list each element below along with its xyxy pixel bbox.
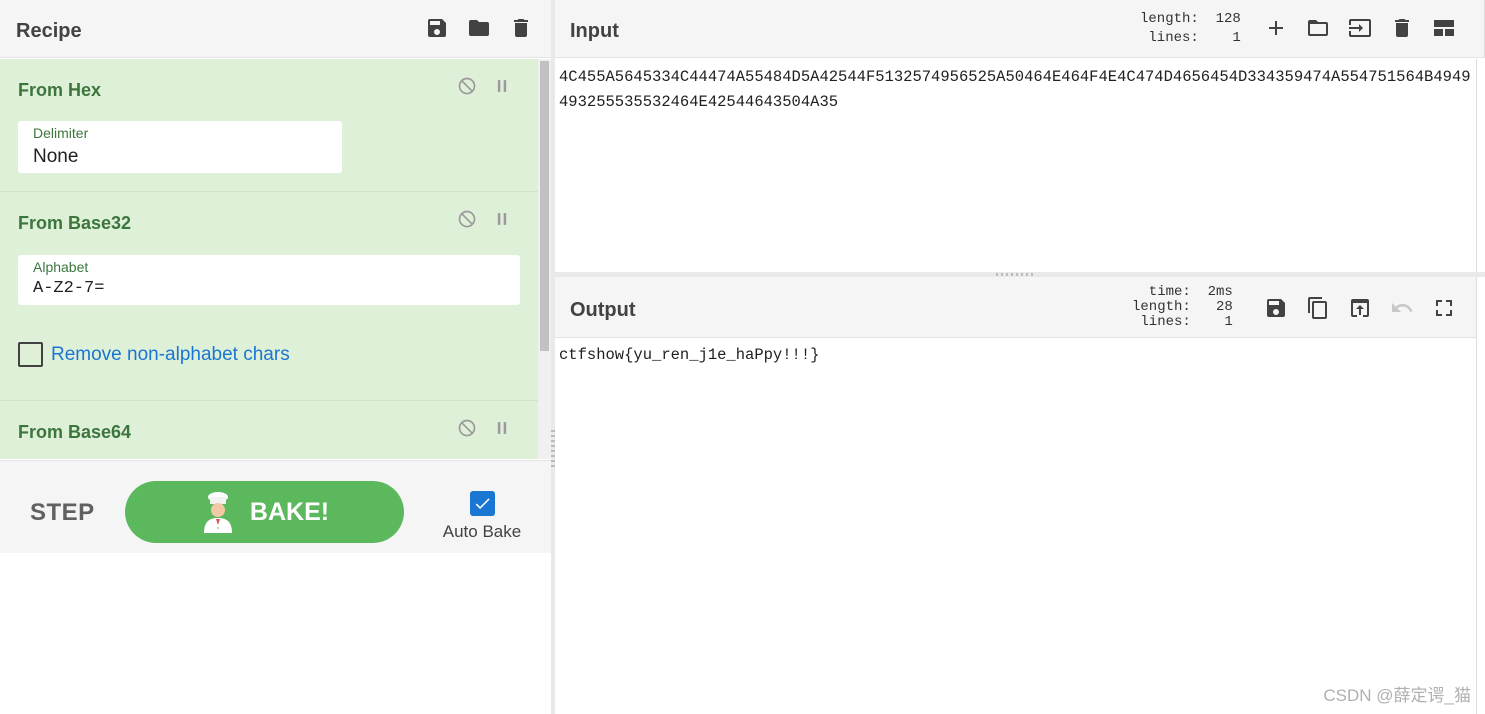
operation-title: From Base64: [18, 422, 132, 442]
input-stats: length: 128 lines: 1: [1140, 10, 1241, 48]
recipe-pane: Recipe From Hex Delimiter None From Base…: [0, 0, 551, 714]
alphabet-label: Alphabet: [33, 259, 89, 275]
pause-icon[interactable]: [491, 75, 513, 97]
output-title: Output: [570, 299, 636, 321]
checkmark-icon: [475, 498, 490, 510]
alphabet-field[interactable]: Alphabet A-Z2-7=: [18, 255, 520, 305]
recipe-header: Recipe: [0, 0, 551, 58]
input-header: Input length: 128 lines: 1: [555, 0, 1485, 58]
input-lines-key: lines:: [1148, 30, 1199, 46]
input-lines-value: 1: [1232, 30, 1241, 46]
clear-input-icon[interactable]: [1390, 16, 1414, 40]
bake-label: BAKE!: [249, 497, 330, 526]
delimiter-value: None: [33, 146, 79, 167]
save-icon[interactable]: [425, 16, 449, 40]
remove-non-alphabet-label[interactable]: Remove non-alphabet chars: [51, 344, 290, 366]
operation-from-base64[interactable]: From Base64: [0, 401, 538, 459]
recipe-header-icons: [425, 16, 533, 40]
output-textarea[interactable]: ctfshow{yu_ren_j1e_haPpy!!!}: [555, 338, 1477, 714]
output-toolbar: [1264, 296, 1456, 320]
operation-title: From Hex: [18, 80, 102, 100]
input-length-key: length:: [1140, 11, 1199, 27]
output-header: Output time: 2ms length: 28 lines: 1: [555, 277, 1477, 338]
open-file-icon[interactable]: [1348, 16, 1372, 40]
disable-icon[interactable]: [456, 75, 478, 97]
chef-icon: [203, 492, 232, 533]
recipe-title: Recipe: [16, 20, 82, 42]
input-textarea[interactable]: 4C455A5645334C44474A55484D5A42544F513257…: [555, 59, 1477, 272]
save-output-icon[interactable]: [1264, 296, 1288, 320]
pause-icon[interactable]: [491, 417, 513, 439]
auto-bake-control[interactable]: Auto Bake: [440, 491, 524, 542]
disable-icon[interactable]: [456, 417, 478, 439]
delimiter-field[interactable]: Delimiter None: [18, 121, 342, 173]
open-folder-icon[interactable]: [1306, 16, 1330, 40]
recipe-controls: STEP BAKE! Auto Bake: [0, 460, 551, 553]
input-title: Input: [570, 20, 619, 42]
trash-icon[interactable]: [509, 16, 533, 40]
bake-button[interactable]: BAKE!: [125, 481, 404, 543]
recipe-scrollbar-thumb[interactable]: [540, 61, 549, 351]
cyberchef-app: Recipe From Hex Delimiter None From Base…: [0, 0, 1485, 714]
output-stats: time: 2ms length: 28 lines: 1: [1132, 285, 1233, 330]
remove-non-alphabet-option[interactable]: Remove non-alphabet chars: [18, 342, 290, 367]
input-length-value: 128: [1215, 11, 1241, 27]
input-toolbar: [1264, 16, 1456, 40]
replace-input-icon[interactable]: [1348, 296, 1372, 320]
output-lines-value: 1: [1224, 314, 1233, 330]
io-resize-handle[interactable]: [996, 273, 1036, 276]
folder-icon[interactable]: [467, 16, 491, 40]
step-button[interactable]: STEP: [30, 499, 95, 527]
operation-title: From Base32: [18, 213, 132, 233]
copy-icon[interactable]: [1306, 296, 1330, 320]
recipe-operations-list: From Hex Delimiter None From Base32 Alph…: [0, 59, 538, 459]
output-length-value: 28: [1216, 299, 1233, 315]
recipe-scrollbar[interactable]: [538, 59, 551, 459]
auto-bake-label: Auto Bake: [442, 522, 522, 541]
remove-non-alphabet-checkbox[interactable]: [18, 342, 43, 367]
output-length-key: length:: [1132, 299, 1191, 315]
io-pane: Input length: 128 lines: 1 4C455A5645334…: [555, 0, 1485, 714]
alphabet-value: A-Z2-7=: [33, 279, 105, 298]
layout-icon[interactable]: [1432, 16, 1456, 40]
disable-icon[interactable]: [456, 208, 478, 230]
output-lines-key: lines:: [1140, 314, 1191, 330]
add-icon[interactable]: [1264, 16, 1288, 40]
pause-icon[interactable]: [491, 208, 513, 230]
operation-from-base32[interactable]: From Base32 Alphabet A-Z2-7= Remove non-…: [0, 192, 538, 401]
auto-bake-checkbox[interactable]: [469, 491, 495, 516]
undo-icon[interactable]: [1390, 296, 1414, 320]
output-time-value: 2ms: [1207, 284, 1233, 300]
watermark: CSDN @薛定谔_猫: [1323, 686, 1471, 705]
output-time-key: time:: [1148, 284, 1191, 300]
fullscreen-icon[interactable]: [1432, 296, 1456, 320]
operation-from-hex[interactable]: From Hex Delimiter None: [0, 59, 538, 192]
delimiter-label: Delimiter: [33, 125, 89, 141]
